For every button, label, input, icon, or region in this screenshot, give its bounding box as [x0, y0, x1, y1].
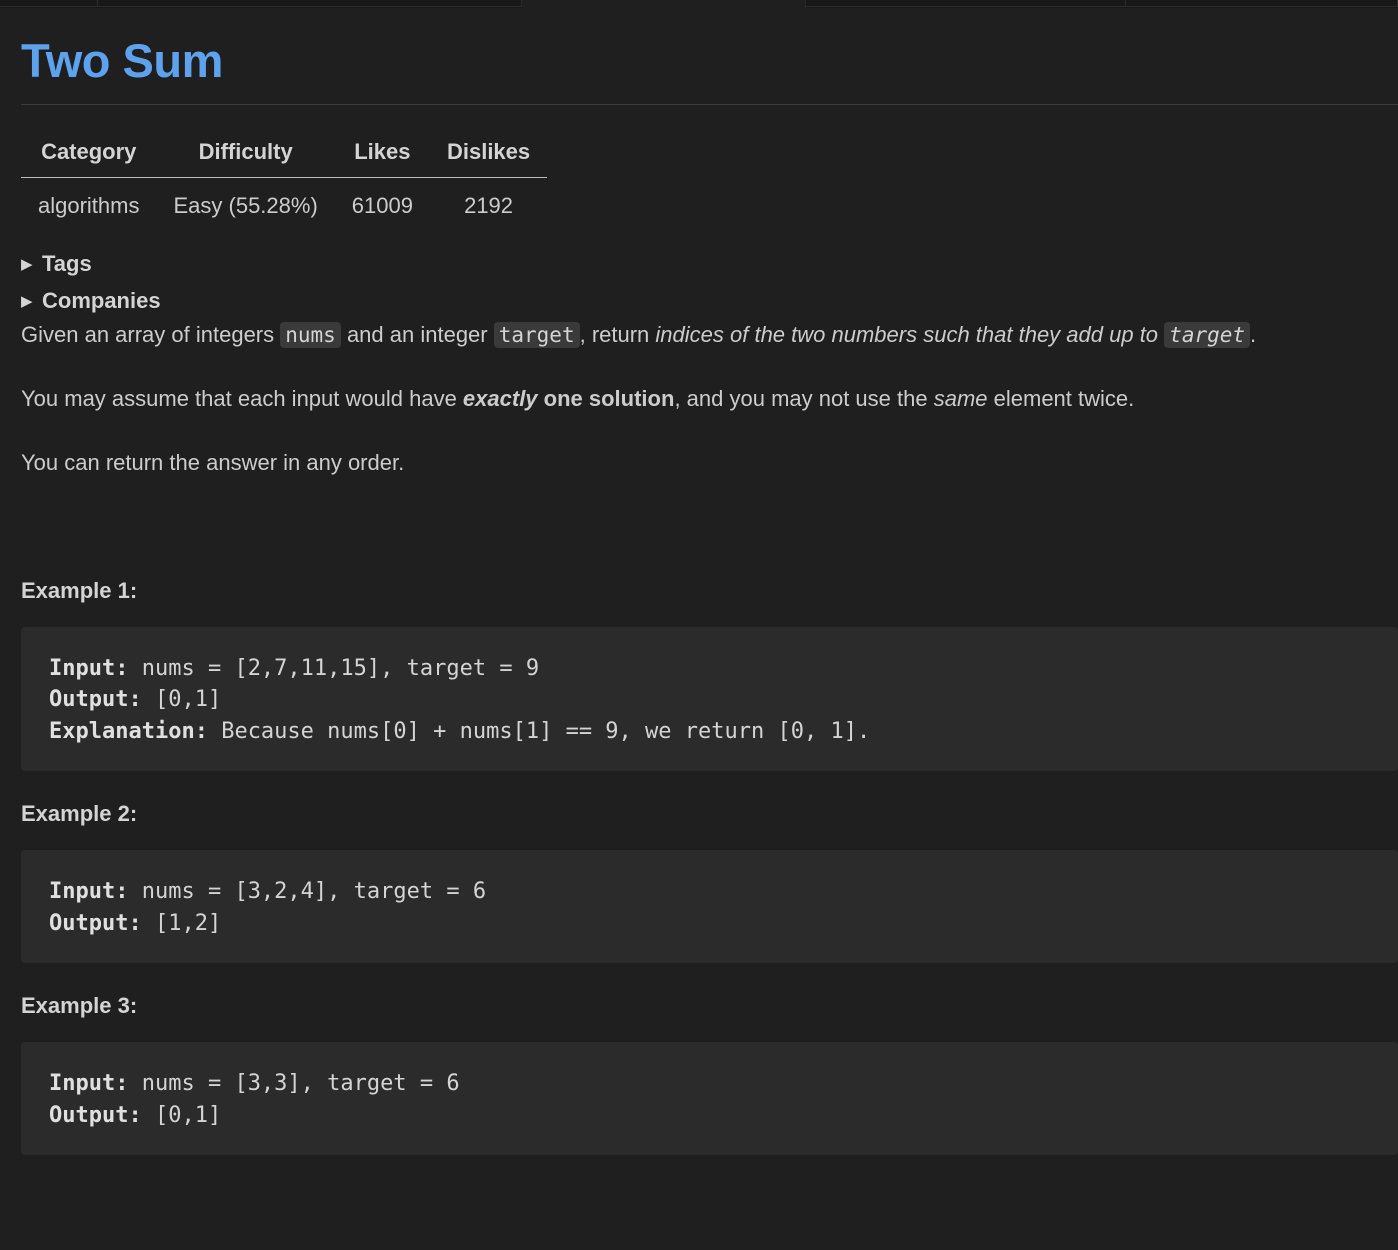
- description-text: , and you may not use the: [674, 385, 934, 411]
- editor-tab[interactable]: [806, 0, 1126, 7]
- meta-likes-value: 61009: [351, 192, 413, 218]
- meta-header-dislikes: Dislikes: [429, 139, 548, 178]
- description-text: and an integer: [340, 321, 494, 347]
- description-text: You may assume that each input would hav…: [21, 385, 463, 411]
- description-text: element twice.: [987, 385, 1135, 411]
- editor-tab[interactable]: [0, 0, 98, 7]
- meta-difficulty-value: Easy (55.28%): [173, 192, 318, 218]
- disclosure-list: ▶ Tags ▶ Companies: [21, 246, 1398, 320]
- example-3-title: Example 3:: [21, 993, 138, 1018]
- editor-tab-active[interactable]: [522, 0, 806, 8]
- example-output: [0,1]: [141, 687, 222, 712]
- inline-code-target: target: [1164, 321, 1251, 348]
- explanation-label: Explanation:: [49, 718, 208, 744]
- example-3-code-block: Input: nums = [3,3], target = 6 Output: …: [21, 1042, 1398, 1155]
- example-2-code-block: Input: nums = [3,2,4], target = 6 Output…: [21, 850, 1398, 963]
- output-label: Output:: [49, 910, 142, 936]
- description-strong-emphasis: exactly: [462, 385, 538, 411]
- input-label: Input:: [49, 1071, 129, 1096]
- description-paragraph-1: Given an array of integers nums and an i…: [21, 320, 1398, 350]
- description-text: , return: [579, 321, 656, 347]
- editor-tab[interactable]: [1126, 0, 1398, 7]
- meta-header-difficulty: Difficulty: [156, 139, 335, 178]
- output-label: Output:: [49, 687, 142, 712]
- editor-tab[interactable]: [98, 0, 522, 7]
- meta-value-row: algorithms Easy (55.28%) 61009 2192: [21, 178, 547, 220]
- input-label: Input:: [49, 879, 129, 904]
- example-input: nums = [2,7,11,15], target = 9: [128, 655, 540, 681]
- companies-disclosure-label: Companies: [42, 288, 161, 313]
- description-paragraph-3: You can return the answer in any order.: [21, 449, 405, 475]
- problem-preview: Two Sum Category Difficulty Likes Dislik…: [21, 8, 1398, 1155]
- meta-dislikes-value: 2192: [464, 192, 514, 218]
- example-output: [0,1]: [141, 1102, 222, 1128]
- description-text: .: [1250, 321, 1257, 347]
- example-2-title: Example 2:: [21, 801, 138, 826]
- meta-header-likes: Likes: [334, 139, 430, 178]
- description-emphasis: indices of the two numbers such that the…: [655, 321, 1159, 347]
- tags-disclosure[interactable]: ▶ Tags: [21, 246, 1398, 283]
- example-explanation: Because nums[0] + nums[1] == 9, we retur…: [207, 718, 871, 744]
- inline-code-nums: nums: [280, 321, 341, 348]
- meta-category-value: algorithms: [38, 192, 140, 218]
- problem-title: Two Sum: [21, 34, 223, 87]
- meta-header-row: Category Difficulty Likes Dislikes: [21, 139, 548, 178]
- inline-code-target: target: [493, 321, 580, 348]
- description-emphasis: same: [933, 385, 988, 411]
- companies-disclosure[interactable]: ▶ Companies: [21, 283, 1398, 320]
- description-text: Given an array of integers: [21, 321, 281, 347]
- example-input: nums = [3,2,4], target = 6: [128, 879, 487, 904]
- triangle-right-icon: ▶: [21, 256, 33, 273]
- example-output: [1,2]: [141, 910, 222, 936]
- example-1-title: Example 1:: [21, 577, 138, 603]
- problem-meta-table: Category Difficulty Likes Dislikes algor…: [21, 139, 548, 220]
- description-strong: one solution: [537, 385, 675, 411]
- tags-disclosure-label: Tags: [42, 251, 92, 276]
- editor-tab-strip: [0, 0, 1398, 8]
- input-label: Input:: [49, 655, 129, 681]
- output-label: Output:: [49, 1102, 142, 1128]
- example-1-code-block: Input: nums = [2,7,11,15], target = 9 Ou…: [21, 626, 1398, 771]
- description-paragraph-2: You may assume that each input would hav…: [21, 384, 1398, 414]
- triangle-right-icon: ▶: [21, 293, 33, 310]
- example-input: nums = [3,3], target = 6: [128, 1071, 460, 1096]
- meta-header-category: Category: [21, 139, 157, 178]
- title-divider: [21, 104, 1398, 105]
